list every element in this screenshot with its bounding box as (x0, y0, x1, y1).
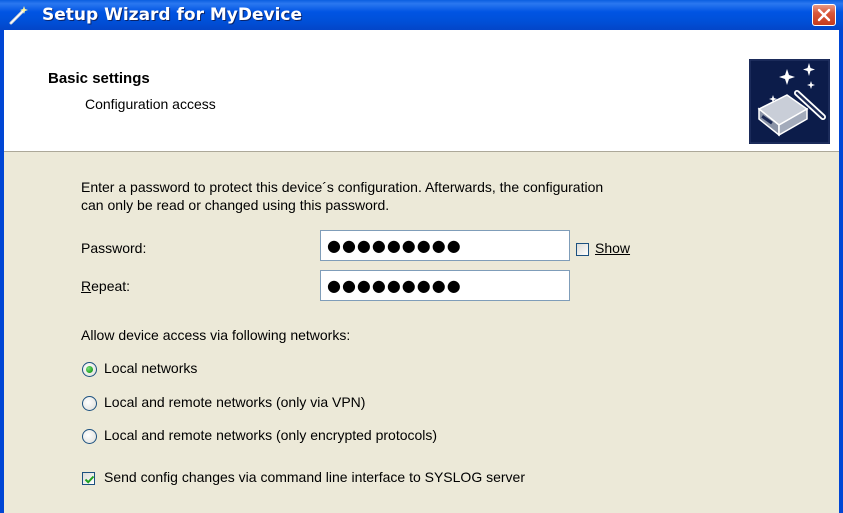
checkmark-icon (84, 475, 95, 484)
show-label-text: Show (595, 240, 631, 256)
repeat-label-accesskey: R (81, 278, 92, 294)
intro-line-1: Enter a password to protect this device´… (81, 179, 604, 195)
radio-local-networks-label[interactable]: Local networks (104, 360, 197, 376)
show-password-checkbox[interactable] (576, 243, 589, 256)
syslog-checkbox-label[interactable]: Send config changes via command line int… (104, 469, 525, 485)
repeat-label: Repeat: (81, 278, 130, 294)
close-icon (817, 8, 831, 22)
radio-local-remote-vpn[interactable] (82, 396, 97, 411)
wizard-header: Basic settings Configuration access (4, 30, 839, 152)
window-border-right (839, 30, 843, 513)
radio-local-remote-vpn-label[interactable]: Local and remote networks (only via VPN) (104, 394, 365, 410)
show-password-label[interactable]: Show (595, 240, 630, 256)
intro-line-2: can only be read or changed using this p… (81, 197, 390, 213)
device-wizard-icon (749, 59, 830, 144)
intro-text: Enter a password to protect this device´… (81, 178, 781, 214)
page-title: Basic settings (48, 70, 150, 87)
syslog-checkbox[interactable] (82, 472, 95, 485)
close-button[interactable] (812, 4, 836, 26)
radio-local-remote-encrypted-label[interactable]: Local and remote networks (only encrypte… (104, 427, 437, 443)
password-label: Password: (81, 240, 147, 256)
radio-local-remote-encrypted[interactable] (82, 429, 97, 444)
networks-label: Allow device access via following networ… (81, 327, 351, 343)
page-subtitle: Configuration access (85, 96, 216, 112)
magic-wand-icon (9, 6, 28, 25)
radio-selected-dot (86, 366, 93, 373)
password-input[interactable]: ●●●●●●●●● (320, 230, 570, 261)
setup-wizard-window: Setup Wizard for MyDevice Basic settings… (0, 0, 843, 513)
title-bar[interactable]: Setup Wizard for MyDevice (0, 0, 843, 30)
radio-local-networks[interactable] (82, 362, 97, 377)
window-title: Setup Wizard for MyDevice (42, 5, 303, 25)
repeat-password-input[interactable]: ●●●●●●●●● (320, 270, 570, 301)
repeat-label-rest: epeat: (91, 278, 131, 294)
